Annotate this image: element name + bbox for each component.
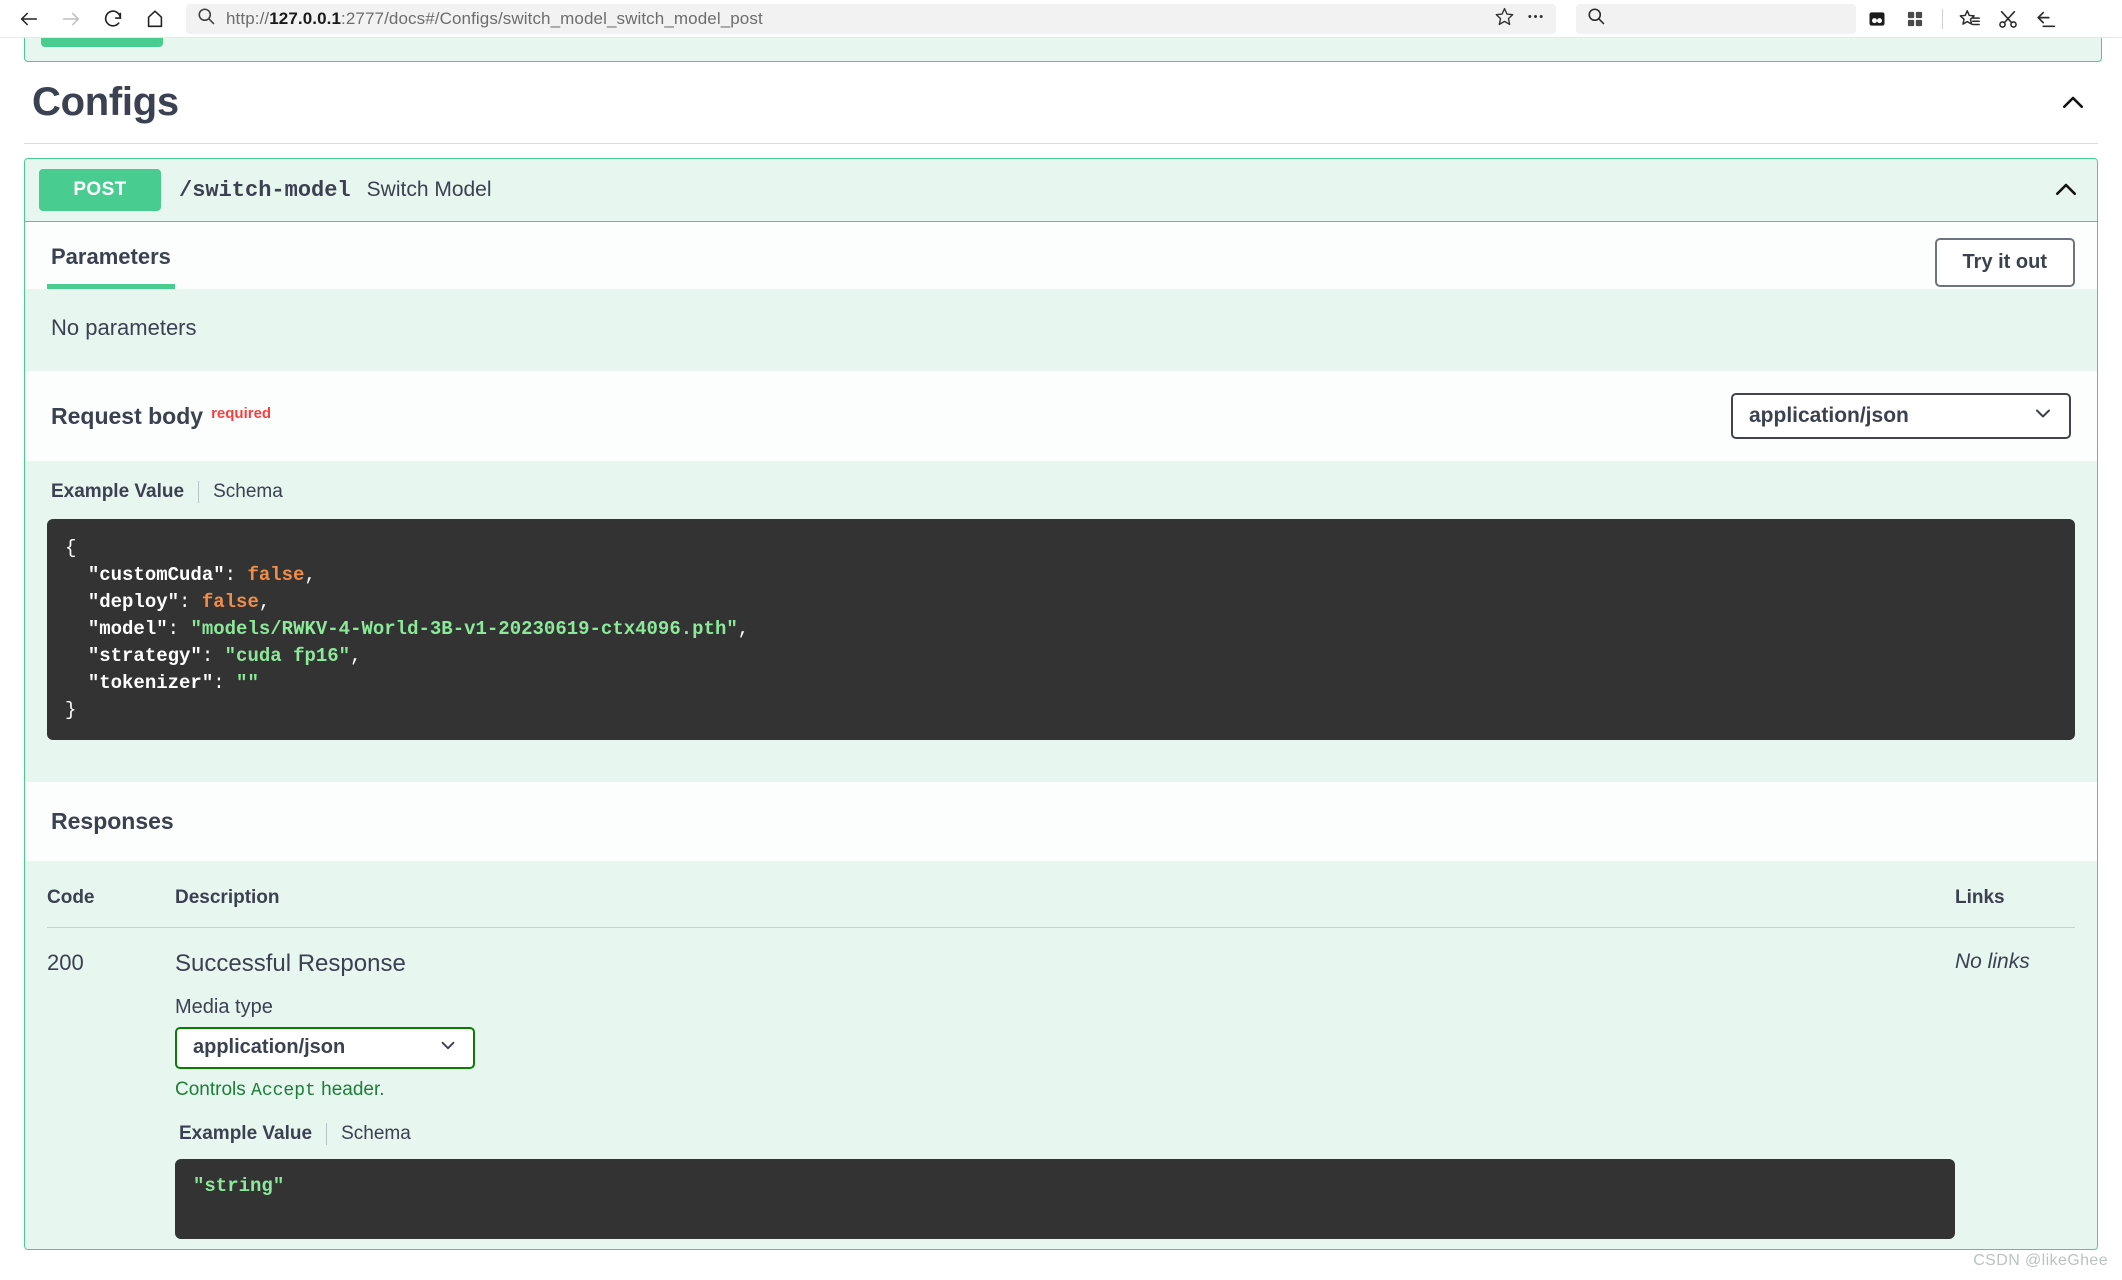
operation-path: /switch-model <box>179 178 351 203</box>
accept-note-prefix: Controls <box>175 1079 251 1100</box>
request-body-header: Request body required application/json <box>25 371 2097 461</box>
column-header-links: Links <box>1955 887 2075 909</box>
more-options-icon[interactable] <box>1525 6 1546 32</box>
media-type-label: Media type <box>175 996 1955 1019</box>
required-badge: required <box>211 405 271 422</box>
scissors-icon[interactable] <box>1991 4 2025 34</box>
tab-schema[interactable]: Schema <box>327 1123 411 1145</box>
page-title: Configs <box>32 80 2056 125</box>
bookmark-star-icon[interactable] <box>1494 6 1515 32</box>
search-icon <box>196 6 216 31</box>
request-content-type-select[interactable]: application/json <box>1731 393 2071 439</box>
accept-note-code: Accept <box>251 1081 316 1101</box>
favorites-icon[interactable] <box>1953 4 1987 34</box>
previous-operation-method-pill <box>41 38 163 47</box>
tab-parameters[interactable]: Parameters <box>47 244 175 289</box>
chevron-up-icon[interactable] <box>2056 86 2090 120</box>
tab-example-value[interactable]: Example Value <box>179 1123 327 1145</box>
toolbar-divider <box>1942 9 1943 29</box>
http-method-badge: POST <box>39 169 161 211</box>
browser-search-box[interactable] <box>1576 4 1856 34</box>
request-body-example-code: { "customCuda": false, "deploy": false, … <box>47 519 2075 740</box>
responses-header: Responses <box>25 782 2097 861</box>
response-description: Successful Response <box>175 950 1955 978</box>
chevron-up-icon[interactable] <box>2049 173 2083 207</box>
url-host: 127.0.0.1 <box>269 9 341 28</box>
responses-table-header: Code Description Links <box>47 887 2075 928</box>
response-media-type-select[interactable]: application/json <box>175 1027 475 1069</box>
column-header-code: Code <box>47 887 175 909</box>
response-details: Successful Response Media type applicati… <box>175 950 1955 1239</box>
column-header-description: Description <box>175 887 1955 909</box>
try-it-out-button[interactable]: Try it out <box>1935 238 2075 287</box>
request-body-example-section: Example Value Schema { "customCuda": fal… <box>25 461 2097 782</box>
address-bar-url: http://127.0.0.1:2777/docs#/Configs/swit… <box>226 9 1484 29</box>
accept-note-suffix: header. <box>316 1079 385 1100</box>
forward-button[interactable] <box>52 3 90 35</box>
responses-title: Responses <box>47 782 2075 861</box>
back-button[interactable] <box>10 3 48 35</box>
response-code: 200 <box>47 950 175 1239</box>
operation-summary[interactable]: POST /switch-model Switch Model <box>25 159 2097 222</box>
response-links: No links <box>1955 950 2075 1239</box>
url-scheme: http:// <box>226 9 269 28</box>
responses-section: Code Description Links 200 Successful Re… <box>25 861 2097 1249</box>
request-content-type-value: application/json <box>1749 404 1909 428</box>
reload-button[interactable] <box>94 3 132 35</box>
response-media-type-value: application/json <box>193 1036 345 1059</box>
chevron-down-icon <box>437 1034 459 1062</box>
url-rest: :2777/docs#/Configs/switch_model_switch_… <box>341 9 763 28</box>
request-body-label: Request body required <box>51 403 271 430</box>
no-parameters-text: No parameters <box>47 289 2075 371</box>
browser-toolbar: http://127.0.0.1:2777/docs#/Configs/swit… <box>0 0 2122 38</box>
request-body-title: Request body <box>51 403 203 429</box>
request-example-tabs: Example Value Schema <box>47 461 2075 503</box>
previous-operation-block-partial <box>24 38 2102 62</box>
swagger-ui-page: Configs POST /switch-model Switch Model … <box>0 38 2122 1280</box>
watermark: CSDN @likeGhee <box>1973 1252 2108 1270</box>
table-row: 200 Successful Response Media type appli… <box>47 928 2075 1239</box>
apps-grid-icon[interactable] <box>1898 4 1932 34</box>
collections-icon[interactable] <box>1860 4 1894 34</box>
address-bar[interactable]: http://127.0.0.1:2777/docs#/Configs/swit… <box>186 4 1556 34</box>
tab-schema[interactable]: Schema <box>199 481 283 503</box>
response-example-code: "string" <box>175 1159 1955 1239</box>
parameters-tab-section: Parameters Try it out <box>25 222 2097 289</box>
search-icon <box>1586 6 1606 31</box>
operation-summary-text: Switch Model <box>367 178 2049 202</box>
share-icon[interactable] <box>2029 4 2063 34</box>
tab-example-value[interactable]: Example Value <box>51 481 199 503</box>
chevron-down-icon <box>2031 401 2055 431</box>
operation-block-switch-model: POST /switch-model Switch Model Paramete… <box>24 158 2098 1250</box>
parameters-content: No parameters <box>25 289 2097 371</box>
response-example-tabs: Example Value Schema <box>175 1101 1955 1145</box>
home-button[interactable] <box>136 3 174 35</box>
accept-header-note: Controls Accept header. <box>175 1079 1955 1101</box>
